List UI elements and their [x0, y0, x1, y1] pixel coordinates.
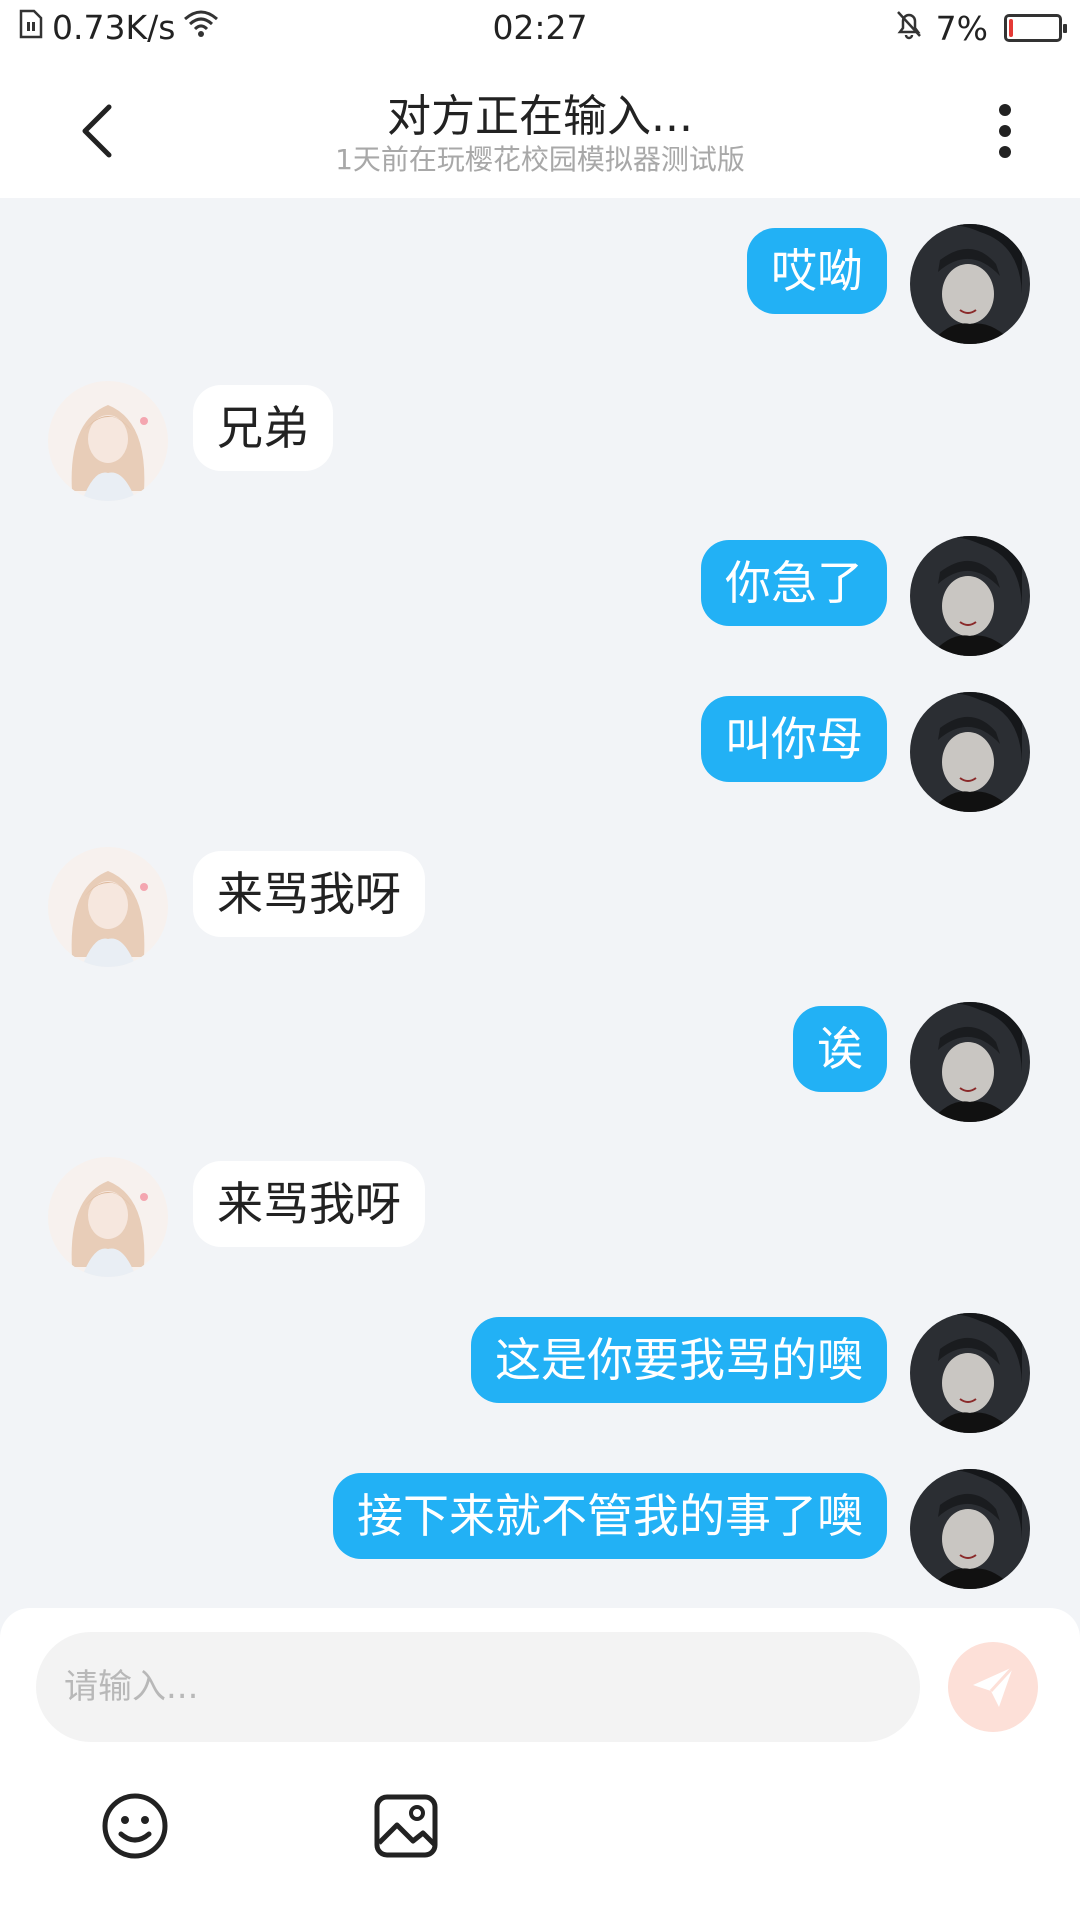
message-row-sent: 叫你母 — [0, 692, 1080, 826]
emoji-icon — [102, 1793, 168, 1859]
message-row-sent: 这是你要我骂的噢 — [0, 1313, 1080, 1447]
my-avatar[interactable] — [910, 1469, 1030, 1589]
battery-level — [1009, 19, 1013, 37]
message-bubble[interactable]: 这是你要我骂的噢 — [471, 1317, 887, 1403]
more-vertical-icon — [999, 104, 1011, 158]
image-icon — [374, 1794, 438, 1858]
message-row-received: 兄弟 — [0, 381, 1080, 515]
composer — [0, 1608, 1080, 1920]
message-row-sent: 诶 — [0, 1002, 1080, 1136]
status-right: 7% — [894, 8, 1067, 48]
message-bubble[interactable]: 哎呦 — [747, 228, 887, 314]
my-avatar[interactable] — [910, 692, 1030, 812]
contact-avatar[interactable] — [48, 847, 168, 967]
my-avatar[interactable] — [910, 1313, 1030, 1433]
battery-percent: 7% — [935, 8, 988, 48]
image-button[interactable] — [366, 1786, 446, 1866]
message-bubble[interactable]: 来骂我呀 — [193, 851, 425, 937]
message-bubble[interactable]: 诶 — [793, 1006, 887, 1092]
message-bubble[interactable]: 兄弟 — [193, 385, 333, 471]
chat-screen: 0.73K/s 02:27 7% 对方正在输入... 1天前在玩樱花校园模拟器测… — [0, 0, 1080, 1920]
battery-icon — [1004, 14, 1067, 42]
message-input[interactable] — [36, 1632, 920, 1742]
message-bubble[interactable]: 接下来就不管我的事了噢 — [333, 1473, 887, 1559]
message-row-sent: 接下来就不管我的事了噢 — [0, 1469, 1080, 1603]
message-row-sent: 你急了 — [0, 536, 1080, 670]
contact-avatar[interactable] — [48, 1157, 168, 1277]
send-button[interactable] — [948, 1642, 1038, 1732]
message-row-received: 来骂我呀 — [0, 847, 1080, 981]
message-row-sent: 哎呦 — [0, 224, 1080, 358]
my-avatar[interactable] — [910, 224, 1030, 344]
message-bubble[interactable]: 来骂我呀 — [193, 1161, 425, 1247]
contact-avatar[interactable] — [48, 381, 168, 501]
send-icon — [973, 1665, 1015, 1707]
message-bubble[interactable]: 叫你母 — [701, 696, 887, 782]
status-bar: 0.73K/s 02:27 7% — [0, 0, 1080, 58]
emoji-button[interactable] — [95, 1786, 175, 1866]
message-bubble[interactable]: 你急了 — [701, 540, 887, 626]
page-title: 对方正在输入... — [387, 91, 693, 142]
mute-bell-icon — [894, 8, 924, 48]
page-subtitle: 1天前在玩樱花校园模拟器测试版 — [335, 143, 745, 176]
message-row-received: 来骂我呀 — [0, 1157, 1080, 1291]
more-button[interactable] — [970, 96, 1040, 166]
my-avatar[interactable] — [910, 1002, 1030, 1122]
message-list[interactable]: 哎呦 兄弟 你急了 叫你母 来骂我呀诶来骂我呀 这是你要我骂的噢 接下来就不管我的事了噢 — [0, 198, 1080, 1608]
chat-header: 对方正在输入... 1天前在玩樱花校园模拟器测试版 — [0, 58, 1080, 198]
my-avatar[interactable] — [910, 536, 1030, 656]
